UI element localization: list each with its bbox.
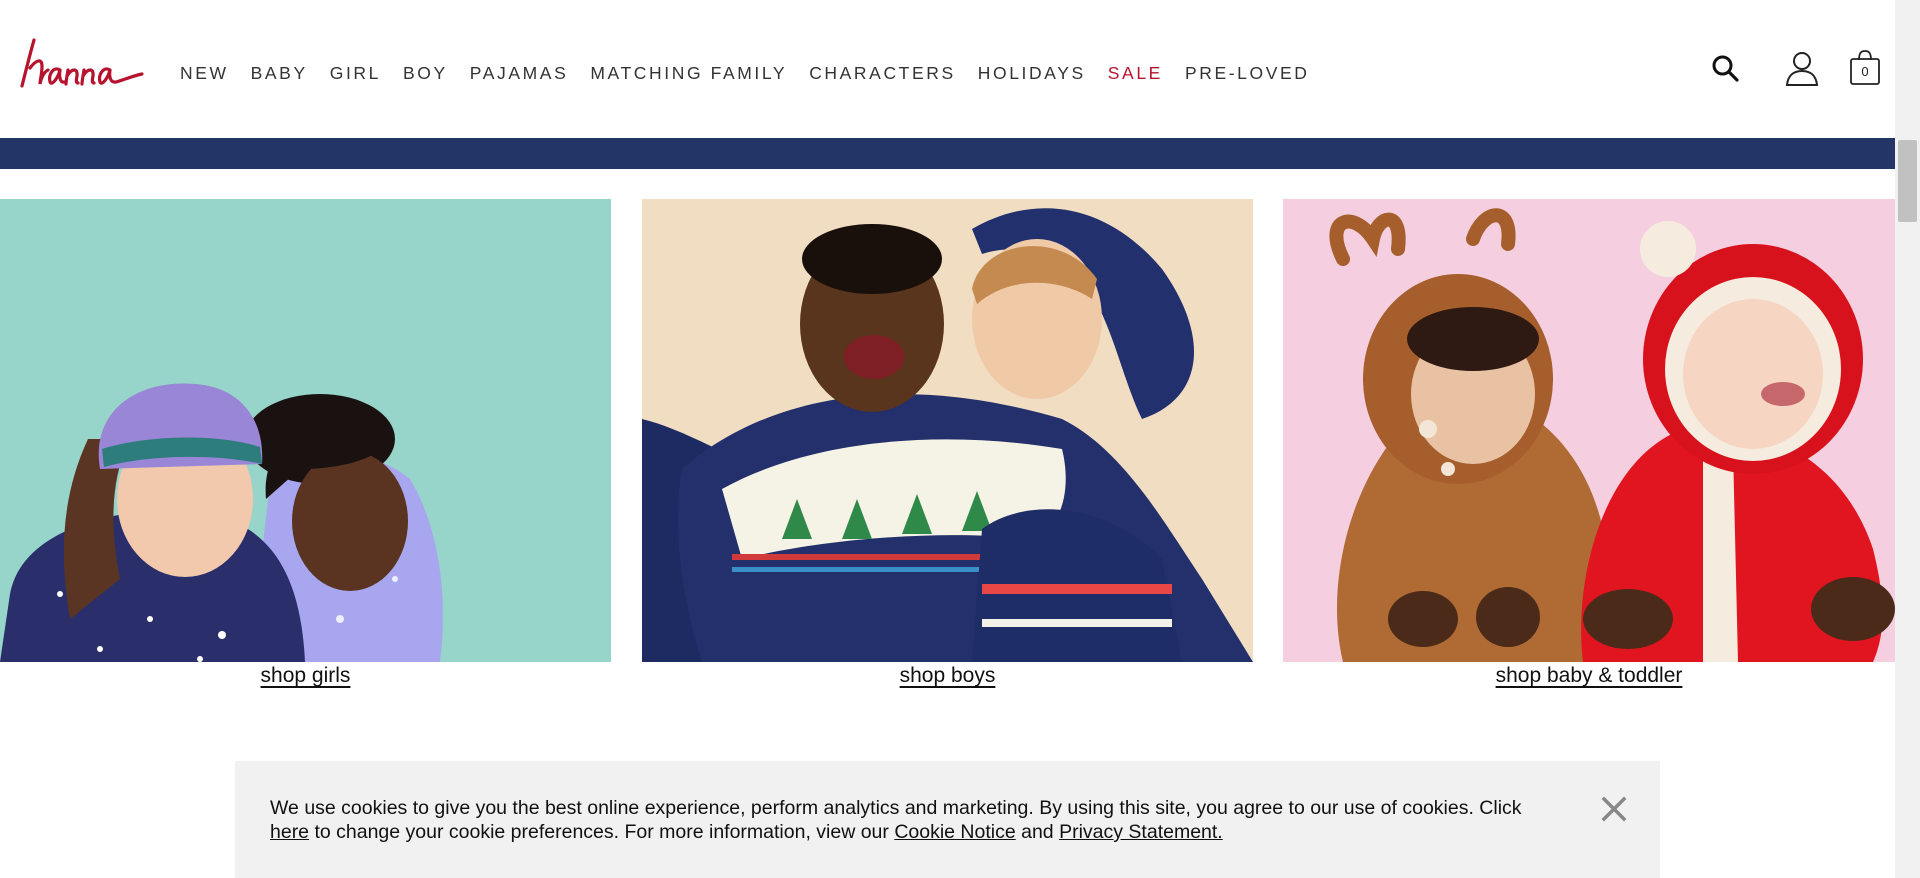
privacy-statement-link[interactable]: Privacy Statement. xyxy=(1059,821,1223,843)
close-icon[interactable] xyxy=(1601,796,1627,822)
cookie-notice-link[interactable]: Cookie Notice xyxy=(894,821,1015,843)
shop-baby-toddler-link[interactable]: shop baby & toddler xyxy=(1283,664,1895,688)
nav-item-holidays[interactable]: HOLIDAYS xyxy=(978,63,1086,84)
bag-count-badge: 0 xyxy=(1861,64,1869,79)
nav-item-girl[interactable]: GIRL xyxy=(330,63,381,84)
nav-item-sale[interactable]: SALE xyxy=(1108,63,1163,84)
cookie-banner: We use cookies to give you the best onli… xyxy=(235,761,1660,878)
promo-band[interactable] xyxy=(0,138,1895,169)
baby-photo xyxy=(1283,199,1895,662)
nav-item-matching-family[interactable]: MATCHING FAMILY xyxy=(590,63,787,84)
main-nav: NEW BABY GIRL BOY PAJAMAS MATCHING FAMIL… xyxy=(180,61,1331,85)
account-icon[interactable] xyxy=(1784,50,1820,86)
tile-shop-girls[interactable] xyxy=(0,199,611,662)
shop-girls-link[interactable]: shop girls xyxy=(0,664,611,688)
tile-shop-boys[interactable] xyxy=(642,199,1253,662)
shop-boys-link[interactable]: shop boys xyxy=(642,664,1253,688)
nav-item-pre-loved[interactable]: PRE-LOVED xyxy=(1185,63,1310,84)
nav-item-new[interactable]: NEW xyxy=(180,63,229,84)
cookie-preferences-link[interactable]: here xyxy=(270,821,309,843)
tile-shop-baby-toddler[interactable] xyxy=(1283,199,1895,662)
cookie-text-part-1: We use cookies to give you the best onli… xyxy=(270,797,1522,819)
cookie-text-part-2: to change your cookie preferences. For m… xyxy=(309,821,895,843)
site-header: NEW BABY GIRL BOY PAJAMAS MATCHING FAMIL… xyxy=(0,0,1895,138)
girls-photo xyxy=(0,199,611,662)
page-scrollbar[interactable] xyxy=(1895,0,1920,878)
boys-photo xyxy=(642,199,1253,662)
cookie-message: We use cookies to give you the best onli… xyxy=(270,796,1540,844)
nav-item-pajamas[interactable]: PAJAMAS xyxy=(470,63,569,84)
nav-item-characters[interactable]: CHARACTERS xyxy=(809,63,956,84)
search-icon[interactable] xyxy=(1711,54,1739,82)
scrollbar-thumb[interactable] xyxy=(1898,140,1917,222)
cookie-text-and: and xyxy=(1015,821,1060,843)
hanna-logo[interactable] xyxy=(20,36,146,92)
nav-item-boy[interactable]: BOY xyxy=(403,63,448,84)
nav-item-baby[interactable]: BABY xyxy=(251,63,308,84)
